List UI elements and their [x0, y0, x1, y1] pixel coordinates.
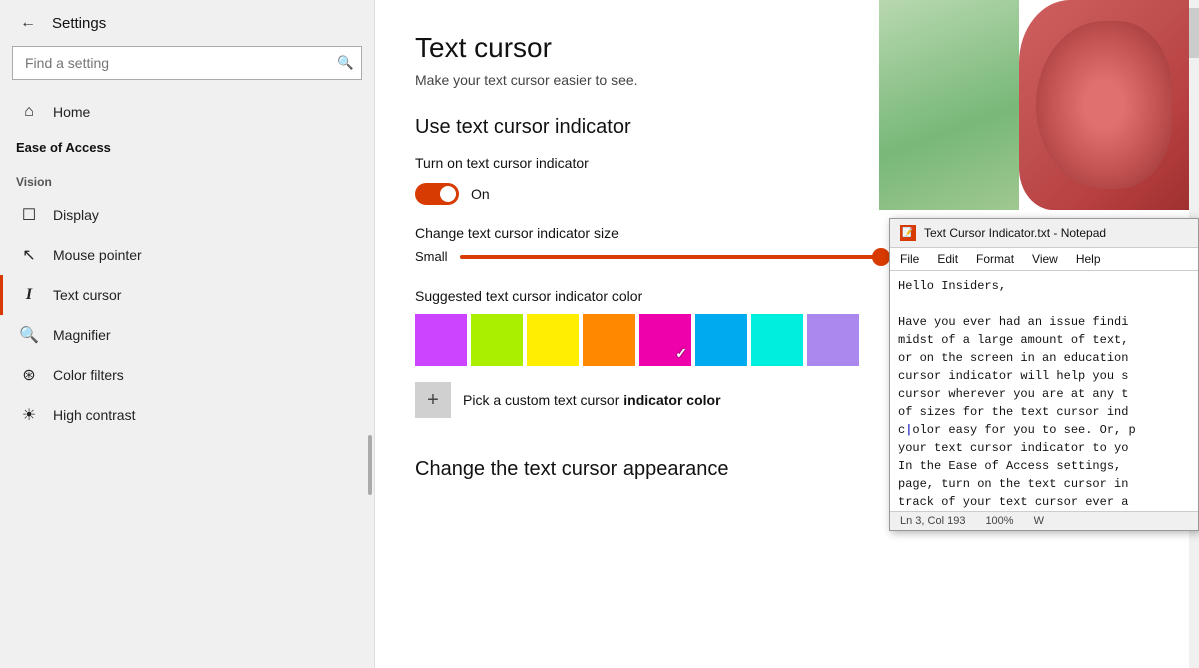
color-filters-icon: ⊛ [19, 365, 39, 385]
notepad-status-zoom: 100% [985, 515, 1013, 527]
notepad-status-w: W [1034, 515, 1044, 527]
search-box: 🔍 [12, 46, 362, 80]
text-cursor-icon: I [19, 285, 39, 305]
display-icon: ☐ [19, 205, 39, 225]
hero-image [879, 0, 1189, 210]
high-contrast-icon: ☀ [19, 405, 39, 425]
sidebar-header: ← Settings [0, 0, 374, 46]
color-swatch-7[interactable] [807, 314, 859, 366]
sidebar-scrollbar[interactable] [368, 435, 372, 495]
color-swatch-0[interactable] [415, 314, 467, 366]
sidebar-item-label: Display [53, 207, 99, 223]
color-swatch-5[interactable] [695, 314, 747, 366]
notepad-menu-file[interactable]: File [896, 250, 923, 268]
scrollbar-thumb[interactable] [1189, 8, 1199, 58]
vision-section-label: Vision [0, 163, 374, 195]
custom-color-label: Pick a custom text cursor indicator colo… [463, 392, 721, 408]
notepad-content[interactable]: Hello Insiders, Have you ever had an iss… [890, 271, 1198, 511]
sidebar-title: Settings [52, 15, 106, 32]
notepad-status-ln: Ln 3, Col 193 [900, 515, 965, 527]
color-swatch-6[interactable] [751, 314, 803, 366]
notepad-app-icon: 📝 [900, 225, 916, 241]
toggle-state-label: On [471, 186, 490, 202]
sidebar-item-label: Color filters [53, 367, 124, 383]
notepad-menu-format[interactable]: Format [972, 250, 1018, 268]
sidebar-item-home[interactable]: ⌂ Home [0, 92, 374, 132]
slider-min-label: Small [415, 249, 448, 264]
slider-fill [460, 255, 885, 259]
main-content: Text cursor Make your text cursor easier… [375, 0, 1199, 668]
ease-of-access-heading: Ease of Access [0, 132, 374, 163]
text-cursor-toggle[interactable] [415, 183, 459, 205]
notepad-window: 📝 Text Cursor Indicator.txt - Notepad Fi… [889, 218, 1199, 531]
notepad-title: Text Cursor Indicator.txt - Notepad [924, 226, 1188, 240]
sidebar-item-label: Mouse pointer [53, 247, 142, 263]
back-button[interactable]: ← [16, 10, 40, 36]
mouse-pointer-icon: ↖ [19, 245, 39, 265]
notepad-menu-edit[interactable]: Edit [933, 250, 962, 268]
notepad-titlebar: 📝 Text Cursor Indicator.txt - Notepad [890, 219, 1198, 248]
home-icon: ⌂ [19, 102, 39, 122]
magnifier-icon: 🔍 [19, 325, 39, 345]
sidebar-item-text-cursor[interactable]: I Text cursor [0, 275, 374, 315]
notepad-menu-help[interactable]: Help [1072, 250, 1105, 268]
sidebar-item-high-contrast[interactable]: ☀ High contrast [0, 395, 374, 435]
sidebar-item-mouse-pointer[interactable]: ↖ Mouse pointer [0, 235, 374, 275]
search-input[interactable] [12, 46, 362, 80]
search-icon-button[interactable]: 🔍 [337, 55, 354, 71]
sidebar-item-color-filters[interactable]: ⊛ Color filters [0, 355, 374, 395]
sidebar-item-label: Home [53, 104, 90, 120]
notepad-menu-view[interactable]: View [1028, 250, 1062, 268]
sidebar-item-label: High contrast [53, 407, 135, 423]
sidebar-item-display[interactable]: ☐ Display [0, 195, 374, 235]
color-swatch-1[interactable] [471, 314, 523, 366]
notepad-statusbar: Ln 3, Col 193 100% W [890, 511, 1198, 530]
add-custom-color-button[interactable]: + [415, 382, 451, 418]
search-icon: 🔍 [337, 55, 354, 70]
color-swatch-2[interactable] [527, 314, 579, 366]
sidebar-item-label: Magnifier [53, 327, 111, 343]
sidebar-item-label: Text cursor [53, 287, 121, 303]
slider-thumb[interactable] [872, 248, 890, 266]
notepad-menubar: File Edit Format View Help [890, 248, 1198, 271]
color-swatch-3[interactable] [583, 314, 635, 366]
color-swatch-4[interactable]: ✓ [639, 314, 691, 366]
sidebar-item-magnifier[interactable]: 🔍 Magnifier [0, 315, 374, 355]
